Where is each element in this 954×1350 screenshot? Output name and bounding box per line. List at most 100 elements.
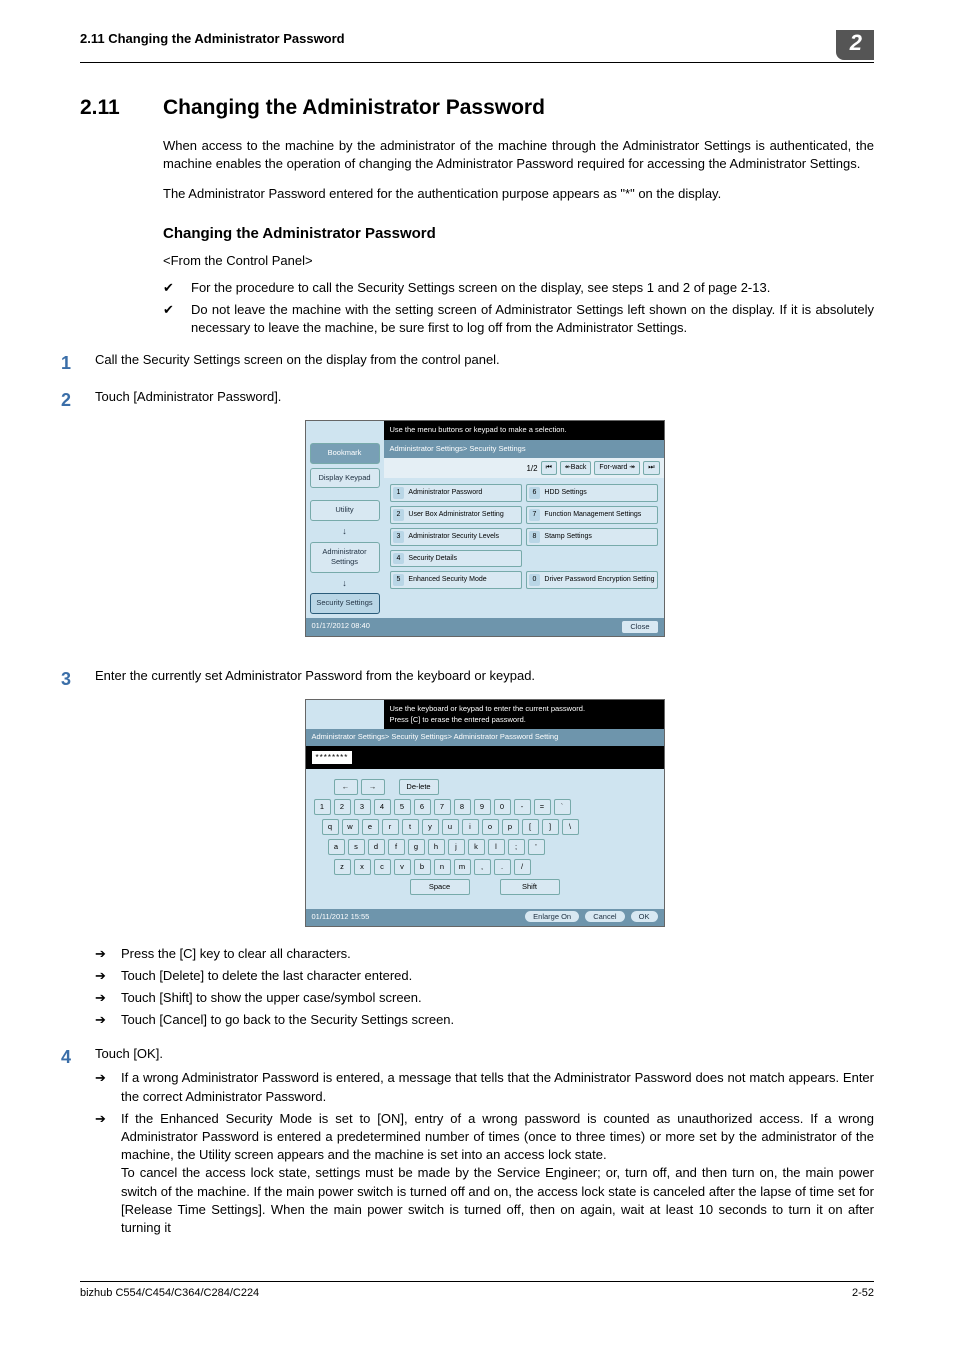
key[interactable]: h [428, 839, 445, 855]
option-driver-password[interactable]: 0Driver Password Encryption Setting [526, 571, 658, 589]
key[interactable]: 3 [354, 799, 371, 815]
key[interactable]: [ [522, 819, 539, 835]
note-4b: If the Enhanced Security Mode is set to … [121, 1111, 874, 1162]
datetime-label: 01/17/2012 08:40 [312, 621, 370, 634]
datetime-label: 01/11/2012 15:55 [312, 912, 370, 923]
pager-last-button[interactable]: ⏭ [643, 461, 659, 475]
key[interactable]: c [374, 859, 391, 875]
key[interactable]: i [462, 819, 479, 835]
key[interactable]: p [502, 819, 519, 835]
from-control-panel: <From the Control Panel> [163, 252, 874, 270]
key[interactable]: e [362, 819, 379, 835]
key[interactable]: 5 [394, 799, 411, 815]
ok-button[interactable]: OK [631, 911, 658, 922]
key[interactable]: 1 [314, 799, 331, 815]
subheading: Changing the Administrator Password [163, 223, 874, 244]
step-1-text: Call the Security Settings screen on the… [95, 352, 500, 367]
page-header: 2.11 Changing the Administrator Password… [80, 30, 874, 63]
password-input[interactable]: ******** [312, 751, 353, 764]
key[interactable]: x [354, 859, 371, 875]
arrow-icon: ➔ [95, 1011, 111, 1029]
key[interactable]: f [388, 839, 405, 855]
utility-button[interactable]: Utility [310, 500, 380, 521]
key[interactable]: d [368, 839, 385, 855]
key[interactable]: 7 [434, 799, 451, 815]
step-4-notes: ➔ If a wrong Administrator Password is en… [95, 1069, 874, 1237]
key[interactable]: j [448, 839, 465, 855]
key[interactable]: o [482, 819, 499, 835]
bookmark-button[interactable]: Bookmark [310, 443, 380, 464]
key[interactable]: 0 [494, 799, 511, 815]
pager-first-button[interactable]: ⏮ [541, 461, 557, 475]
close-button[interactable]: Close [622, 621, 657, 634]
key[interactable]: w [342, 819, 359, 835]
pager-back-button[interactable]: ↞Back [560, 461, 591, 475]
key[interactable]: v [394, 859, 411, 875]
key[interactable]: z [334, 859, 351, 875]
key[interactable]: b [414, 859, 431, 875]
key[interactable]: g [408, 839, 425, 855]
key[interactable]: 6 [414, 799, 431, 815]
key[interactable]: - [514, 799, 531, 815]
delete-key[interactable]: De-lete [399, 779, 439, 795]
key[interactable]: 2 [334, 799, 351, 815]
note-3a: Press the [C] key to clear all character… [121, 945, 351, 963]
option-security-details[interactable]: 4Security Details [390, 550, 522, 568]
key[interactable]: \ [562, 819, 579, 835]
cursor-left-key[interactable]: ← [334, 779, 358, 795]
intro-para-2: The Administrator Password entered for t… [163, 185, 874, 203]
space-key[interactable]: Space [410, 879, 470, 895]
key[interactable]: , [474, 859, 491, 875]
key[interactable]: 9 [474, 799, 491, 815]
key[interactable]: u [442, 819, 459, 835]
key[interactable]: l [488, 839, 505, 855]
key[interactable]: y [422, 819, 439, 835]
key[interactable]: t [402, 819, 419, 835]
option-admin-sec-levels[interactable]: 3Administrator Security Levels [390, 528, 522, 546]
key[interactable]: m [454, 859, 471, 875]
check-icon: ✔ [163, 279, 177, 297]
footer-page: 2-52 [852, 1286, 874, 1301]
note-4a: If a wrong Administrator Password is ent… [121, 1069, 874, 1105]
key[interactable]: ' [528, 839, 545, 855]
admin-settings-button[interactable]: Administrator Settings [310, 542, 380, 573]
cursor-right-key[interactable]: → [361, 779, 385, 795]
footer-model: bizhub C554/C454/C364/C284/C224 [80, 1286, 259, 1301]
display-keypad-button[interactable]: Display Keypad [310, 468, 380, 489]
key[interactable]: = [534, 799, 551, 815]
key[interactable]: . [494, 859, 511, 875]
option-userbox-admin[interactable]: 2User Box Administrator Setting [390, 506, 522, 524]
checklist: ✔For the procedure to call the Security … [163, 279, 874, 338]
shift-key[interactable]: Shift [500, 879, 560, 895]
cancel-button[interactable]: Cancel [585, 911, 624, 922]
arrow-icon: ➔ [95, 1069, 111, 1105]
key[interactable]: k [468, 839, 485, 855]
key[interactable]: ] [542, 819, 559, 835]
option-function-mgmt[interactable]: 7Function Management Settings [526, 506, 658, 524]
step-2-text: Touch [Administrator Password]. [95, 389, 281, 404]
key[interactable]: / [514, 859, 531, 875]
option-admin-password[interactable]: 1Administrator Password [390, 484, 522, 502]
onscreen-keyboard: ← → De-lete 1 2 3 4 5 6 7 [306, 769, 664, 909]
option-enhanced-security[interactable]: 5Enhanced Security Mode [390, 571, 522, 589]
step-3-text: Enter the currently set Administrator Pa… [95, 668, 535, 683]
pager-forward-button[interactable]: For-ward ↠ [594, 461, 640, 475]
key[interactable]: r [382, 819, 399, 835]
security-settings-button[interactable]: Security Settings [310, 593, 380, 614]
step-number: 4 [1, 1045, 71, 1241]
key[interactable]: ; [508, 839, 525, 855]
option-stamp-settings[interactable]: 8Stamp Settings [526, 528, 658, 546]
page-footer: bizhub C554/C454/C364/C284/C224 2-52 [80, 1281, 874, 1301]
key[interactable]: q [322, 819, 339, 835]
key[interactable]: s [348, 839, 365, 855]
section-number: 2.11 [80, 93, 135, 122]
key[interactable]: a [328, 839, 345, 855]
key[interactable]: ` [554, 799, 571, 815]
key[interactable]: n [434, 859, 451, 875]
option-hdd-settings[interactable]: 6HDD Settings [526, 484, 658, 502]
step-number: 3 [1, 667, 71, 1033]
key[interactable]: 8 [454, 799, 471, 815]
enlarge-button[interactable]: Enlarge On [525, 911, 579, 922]
key[interactable]: 4 [374, 799, 391, 815]
header-title: 2.11 Changing the Administrator Password [80, 30, 345, 48]
